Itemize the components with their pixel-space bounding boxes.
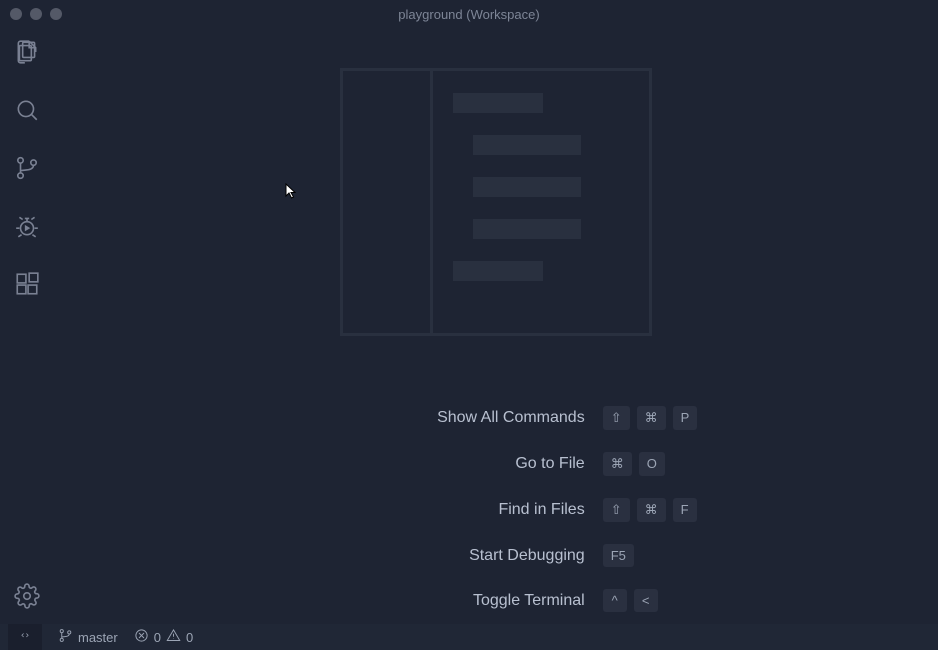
shortcut-show-commands[interactable]: Show All Commands ⇧ ⌘ P (295, 406, 698, 430)
warning-count: 0 (186, 630, 193, 645)
error-icon (134, 628, 149, 646)
shortcut-label: Toggle Terminal (295, 592, 585, 610)
branch-name: master (78, 630, 118, 645)
shortcut-toggle-terminal[interactable]: Toggle Terminal ^ < (295, 589, 698, 612)
key: P (673, 406, 698, 430)
watermark-line (453, 261, 543, 281)
shortcut-label: Go to File (295, 455, 585, 473)
warning-icon (166, 628, 181, 646)
error-count: 0 (154, 630, 161, 645)
shortcut-find-in-files[interactable]: Find in Files ⇧ ⌘ F (295, 498, 698, 522)
git-branch-icon (58, 628, 73, 646)
window-title: playground (Workspace) (398, 7, 539, 22)
settings-button[interactable] (13, 584, 41, 612)
explorer-tab[interactable] (13, 40, 41, 68)
extensions-icon (14, 271, 40, 302)
gear-icon (14, 583, 40, 614)
git-branch-icon (14, 155, 40, 186)
window-controls (0, 8, 62, 20)
extensions-tab[interactable] (13, 272, 41, 300)
key: F (673, 498, 697, 522)
shortcut-keys: ⇧ ⌘ F (603, 498, 697, 522)
watermark-line (473, 219, 581, 239)
key: < (634, 589, 658, 612)
key: ⌘ (603, 452, 632, 476)
key: ⇧ (603, 498, 630, 522)
minimize-window-button[interactable] (30, 8, 42, 20)
key: ⇧ (603, 406, 630, 430)
close-window-button[interactable] (10, 8, 22, 20)
watermark-line (473, 135, 581, 155)
watermark-line (473, 177, 581, 197)
shortcut-label: Find in Files (295, 501, 585, 519)
watermark-line (453, 93, 543, 113)
git-branch-status[interactable]: master (58, 628, 118, 646)
search-tab[interactable] (13, 98, 41, 126)
key: ⌘ (637, 498, 666, 522)
shortcut-keys: ⌘ O (603, 452, 665, 476)
debug-tab[interactable] (13, 214, 41, 242)
shortcut-keys: F5 (603, 544, 634, 567)
shortcut-keys: ⇧ ⌘ P (603, 406, 698, 430)
watermark-content (433, 71, 649, 333)
shortcut-label: Start Debugging (295, 547, 585, 565)
problems-status[interactable]: 0 0 (134, 628, 193, 646)
shortcut-start-debugging[interactable]: Start Debugging F5 (295, 544, 698, 567)
watermark-sidebar (343, 71, 433, 333)
editor-watermark (340, 68, 652, 336)
search-icon (14, 97, 40, 128)
files-icon (14, 39, 40, 70)
shortcut-label: Show All Commands (295, 409, 585, 427)
key: F5 (603, 544, 634, 567)
source-control-tab[interactable] (13, 156, 41, 184)
activity-bar (0, 28, 54, 624)
key: ⌘ (637, 406, 666, 430)
remote-button[interactable] (8, 624, 42, 650)
maximize-window-button[interactable] (50, 8, 62, 20)
remote-icon (18, 629, 32, 646)
key: ^ (603, 589, 627, 612)
editor-area: Show All Commands ⇧ ⌘ P Go to File ⌘ O F… (54, 28, 938, 624)
key: O (639, 452, 665, 476)
shortcut-go-to-file[interactable]: Go to File ⌘ O (295, 452, 698, 476)
welcome-shortcuts: Show All Commands ⇧ ⌘ P Go to File ⌘ O F… (295, 406, 698, 612)
status-bar: master 0 0 (0, 624, 938, 650)
shortcut-keys: ^ < (603, 589, 658, 612)
titlebar: playground (Workspace) (0, 0, 938, 28)
bug-icon (14, 213, 40, 244)
